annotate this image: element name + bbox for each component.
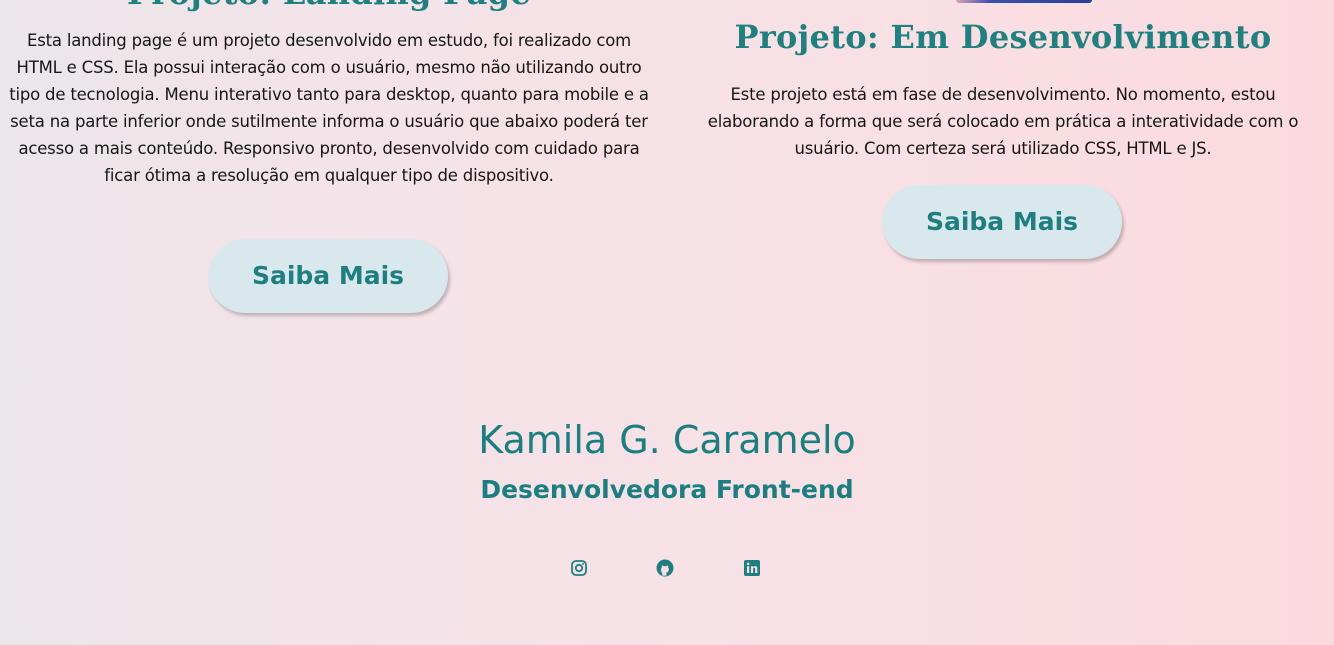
linkedin-icon[interactable] [742,558,762,578]
project-thumbnail [956,0,1092,3]
author-name: Kamila G. Caramelo [478,418,856,462]
saiba-mais-button[interactable]: Saiba Mais [882,185,1122,259]
project-description: Esta landing page é um projeto desenvolv… [9,31,649,185]
project-description: Este projeto está em fase de desenvolvim… [707,85,1299,158]
author-role: Desenvolvedora Front-end [480,475,854,504]
github-icon[interactable] [655,558,675,578]
project-title: Projeto: Em Desenvolvimento [734,18,1272,56]
project-title: Projeto: Landing Page [8,0,650,13]
saiba-mais-button[interactable]: Saiba Mais [208,239,448,313]
instagram-icon[interactable] [569,558,589,578]
